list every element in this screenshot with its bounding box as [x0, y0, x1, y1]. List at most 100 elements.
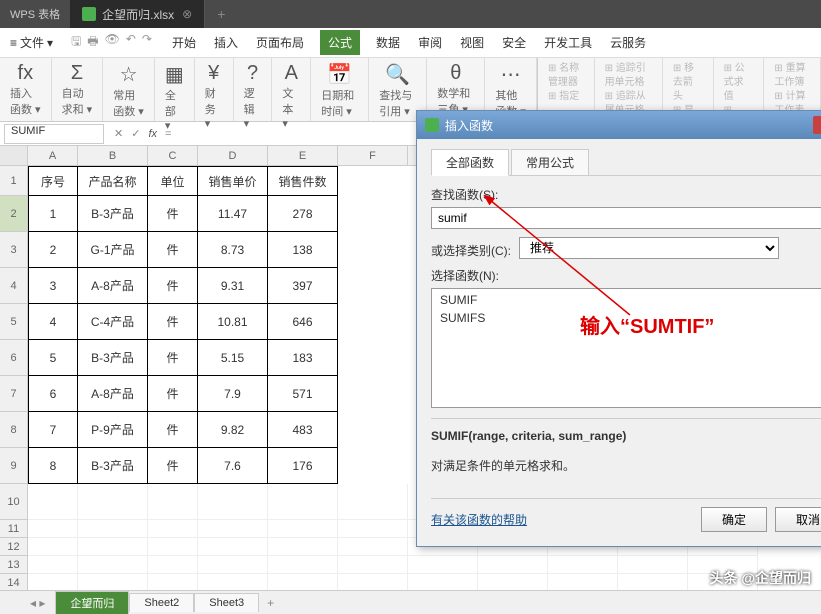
row-header-4[interactable]: 4 — [0, 268, 28, 304]
col-header-F[interactable]: F — [338, 146, 408, 165]
formula-input[interactable]: = — [165, 128, 171, 140]
ribbon-财务[interactable]: ¥财务 ▾ — [195, 58, 234, 121]
tab-all-functions[interactable]: 全部函数 — [431, 149, 509, 176]
redo-icon[interactable]: ↷ — [142, 32, 152, 53]
cancel-button[interactable]: 取消 — [775, 507, 821, 532]
empty-cell[interactable] — [268, 484, 338, 520]
row-header-11[interactable]: 11 — [0, 520, 28, 538]
table-cell[interactable]: 483 — [268, 412, 338, 448]
sheet-tab-3[interactable]: Sheet3 — [194, 593, 259, 612]
table-cell[interactable]: 5 — [28, 340, 78, 376]
sheet-tab-2[interactable]: Sheet2 — [129, 593, 194, 612]
select-all-corner[interactable] — [0, 146, 28, 165]
search-input[interactable] — [431, 207, 821, 229]
row-header-6[interactable]: 6 — [0, 340, 28, 376]
col-header-D[interactable]: D — [198, 146, 268, 165]
table-cell[interactable]: 7.9 — [198, 376, 268, 412]
file-tab[interactable]: 企望而归.xlsx ⊗ — [70, 0, 205, 28]
menu-tab-视图[interactable]: 视图 — [458, 30, 486, 55]
cancel-icon[interactable]: ✕ — [114, 127, 123, 140]
tab-common-formulas[interactable]: 常用公式 — [511, 149, 589, 175]
empty-cell[interactable] — [78, 556, 148, 574]
empty-cell[interactable] — [268, 520, 338, 538]
empty-cell[interactable] — [268, 556, 338, 574]
row-header-7[interactable]: 7 — [0, 376, 28, 412]
table-cell[interactable]: 件 — [148, 196, 198, 232]
empty-cell[interactable] — [268, 538, 338, 556]
empty-cell[interactable] — [478, 556, 548, 574]
function-list[interactable]: SUMIFSUMIFS — [431, 288, 821, 408]
menu-tab-云服务[interactable]: 云服务 — [608, 30, 648, 55]
help-link[interactable]: 有关该函数的帮助 — [431, 511, 527, 528]
sheet-nav[interactable]: ◂ ▸ — [30, 596, 45, 610]
menu-tab-开始[interactable]: 开始 — [170, 30, 198, 55]
new-tab-button[interactable]: + — [205, 6, 237, 22]
ribbon-逻辑[interactable]: ?逻辑 ▾ — [234, 58, 273, 121]
ribbon-全部[interactable]: ▦全部 ▾ — [155, 58, 195, 121]
empty-cell[interactable] — [78, 484, 148, 520]
menu-tab-审阅[interactable]: 审阅 — [416, 30, 444, 55]
table-cell[interactable]: 6 — [28, 376, 78, 412]
table-cell[interactable]: 571 — [268, 376, 338, 412]
col-header-B[interactable]: B — [78, 146, 148, 165]
row-header-2[interactable]: 2 — [0, 196, 28, 232]
empty-cell[interactable] — [548, 556, 618, 574]
ok-button[interactable]: 确定 — [701, 507, 767, 532]
table-cell[interactable]: 件 — [148, 376, 198, 412]
empty-cell[interactable] — [198, 484, 268, 520]
ribbon-日期和时间[interactable]: 📅日期和时间 ▾ — [311, 58, 369, 121]
row-header-5[interactable]: 5 — [0, 304, 28, 340]
empty-cell[interactable] — [408, 556, 478, 574]
table-cell[interactable]: 397 — [268, 268, 338, 304]
empty-cell[interactable] — [28, 538, 78, 556]
empty-cell[interactable] — [338, 520, 408, 538]
ribbon-插入函数[interactable]: fx插入函数 ▾ — [0, 58, 52, 121]
table-cell[interactable]: 件 — [148, 340, 198, 376]
table-cell[interactable]: 176 — [268, 448, 338, 484]
table-cell[interactable]: 278 — [268, 196, 338, 232]
row-header-8[interactable]: 8 — [0, 412, 28, 448]
file-menu[interactable]: ≡ 文件 ▾ — [0, 34, 63, 51]
table-cell[interactable]: B-3产品 — [78, 340, 148, 376]
table-cell[interactable]: C-4产品 — [78, 304, 148, 340]
table-cell[interactable]: 138 — [268, 232, 338, 268]
row-header-3[interactable]: 3 — [0, 232, 28, 268]
close-tab-icon[interactable]: ⊗ — [182, 7, 192, 21]
table-cell[interactable]: 9.82 — [198, 412, 268, 448]
row-header-9[interactable]: 9 — [0, 448, 28, 484]
empty-cell[interactable] — [148, 520, 198, 538]
row-header-13[interactable]: 13 — [0, 556, 28, 574]
category-select[interactable]: 推荐 — [519, 237, 779, 259]
empty-cell[interactable] — [338, 484, 408, 520]
table-cell[interactable]: 件 — [148, 448, 198, 484]
table-cell[interactable]: 646 — [268, 304, 338, 340]
table-cell[interactable]: 件 — [148, 232, 198, 268]
empty-cell[interactable] — [28, 556, 78, 574]
fx-icon[interactable]: fx — [148, 128, 157, 140]
add-sheet-button[interactable]: + — [259, 596, 282, 610]
save-icon[interactable]: 🖫 — [71, 32, 81, 53]
table-cell[interactable]: 件 — [148, 412, 198, 448]
table-cell[interactable]: 件 — [148, 304, 198, 340]
col-header-A[interactable]: A — [28, 146, 78, 165]
table-cell[interactable]: P-9产品 — [78, 412, 148, 448]
col-header-E[interactable]: E — [268, 146, 338, 165]
dialog-close-button[interactable]: ✕ — [813, 116, 821, 134]
row-header-10[interactable]: 10 — [0, 484, 28, 520]
table-cell[interactable]: G-1产品 — [78, 232, 148, 268]
menu-tab-插入[interactable]: 插入 — [212, 30, 240, 55]
table-cell[interactable]: 5.15 — [198, 340, 268, 376]
sheet-tab-1[interactable]: 企望而归 — [55, 591, 129, 614]
menu-tab-公式[interactable]: 公式 — [320, 30, 360, 55]
table-cell[interactable]: A-8产品 — [78, 376, 148, 412]
function-list-item[interactable]: SUMIF — [432, 291, 821, 309]
table-cell[interactable]: 10.81 — [198, 304, 268, 340]
table-cell[interactable]: 2 — [28, 232, 78, 268]
empty-cell[interactable] — [148, 538, 198, 556]
table-cell[interactable]: B-3产品 — [78, 448, 148, 484]
empty-cell[interactable] — [198, 556, 268, 574]
table-cell[interactable]: 183 — [268, 340, 338, 376]
table-cell[interactable]: B-3产品 — [78, 196, 148, 232]
ribbon-自动求和[interactable]: Σ自动求和 ▾ — [52, 58, 104, 121]
empty-cell[interactable] — [148, 556, 198, 574]
